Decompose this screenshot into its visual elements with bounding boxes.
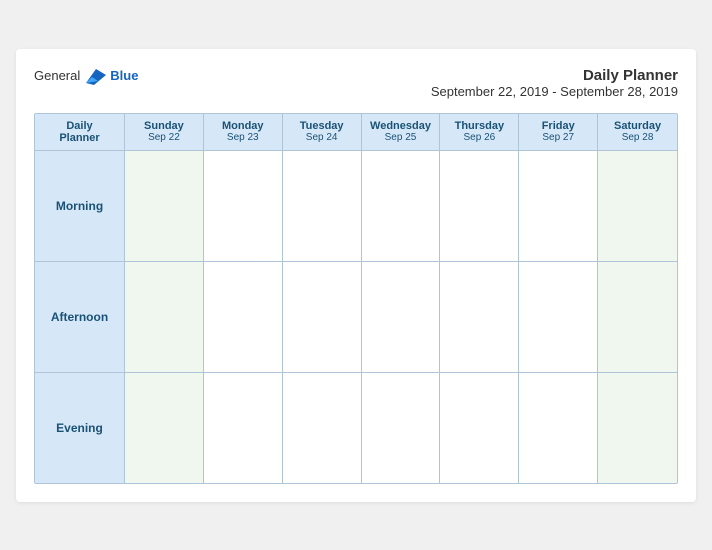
cell-morning-saturday[interactable] <box>598 151 677 261</box>
row-evening: Evening <box>35 373 677 483</box>
row-afternoon: Afternoon <box>35 262 677 373</box>
col-label-planner: Planner <box>39 132 120 144</box>
row-label-afternoon: Afternoon <box>35 262 125 372</box>
title-area: Daily Planner September 22, 2019 - Septe… <box>431 67 678 99</box>
header-cell-sunday: Sunday Sep 22 <box>125 114 204 151</box>
cell-evening-tuesday[interactable] <box>283 373 362 483</box>
cell-afternoon-monday[interactable] <box>204 262 283 372</box>
planner-container: General Blue Daily Planner September 22,… <box>16 49 696 502</box>
header-cell-tuesday: Tuesday Sep 24 <box>283 114 362 151</box>
morning-label: Morning <box>56 199 103 213</box>
cell-morning-monday[interactable] <box>204 151 283 261</box>
header-cell-daily-planner: Daily Planner <box>35 114 125 151</box>
logo-blue: Blue <box>110 68 138 83</box>
cell-afternoon-wednesday[interactable] <box>362 262 441 372</box>
evening-label: Evening <box>56 421 103 435</box>
cell-afternoon-friday[interactable] <box>519 262 598 372</box>
cell-evening-monday[interactable] <box>204 373 283 483</box>
cell-evening-thursday[interactable] <box>440 373 519 483</box>
cell-evening-sunday[interactable] <box>125 373 204 483</box>
cell-morning-friday[interactable] <box>519 151 598 261</box>
header-cell-wednesday: Wednesday Sep 25 <box>362 114 441 151</box>
afternoon-label: Afternoon <box>51 310 108 324</box>
cell-evening-wednesday[interactable] <box>362 373 441 483</box>
col-label-daily: Daily <box>39 120 120 132</box>
header-cell-friday: Friday Sep 27 <box>519 114 598 151</box>
cell-morning-thursday[interactable] <box>440 151 519 261</box>
cell-evening-saturday[interactable] <box>598 373 677 483</box>
cell-evening-friday[interactable] <box>519 373 598 483</box>
row-label-evening: Evening <box>35 373 125 483</box>
cell-afternoon-sunday[interactable] <box>125 262 204 372</box>
row-morning: Morning <box>35 151 677 262</box>
cell-morning-wednesday[interactable] <box>362 151 441 261</box>
cell-afternoon-saturday[interactable] <box>598 262 677 372</box>
cell-afternoon-thursday[interactable] <box>440 262 519 372</box>
header-cell-thursday: Thursday Sep 26 <box>440 114 519 151</box>
cell-morning-sunday[interactable] <box>125 151 204 261</box>
planner-title: Daily Planner <box>431 67 678 84</box>
row-label-morning: Morning <box>35 151 125 261</box>
planner-subtitle: September 22, 2019 - September 28, 2019 <box>431 84 678 99</box>
planner-grid: Daily Planner Sunday Sep 22 Monday Sep 2… <box>34 113 678 484</box>
logo-general: General <box>34 68 80 83</box>
cell-morning-tuesday[interactable] <box>283 151 362 261</box>
header-cell-saturday: Saturday Sep 28 <box>598 114 677 151</box>
logo-bird-icon <box>84 67 106 85</box>
header-cell-monday: Monday Sep 23 <box>204 114 283 151</box>
cell-afternoon-tuesday[interactable] <box>283 262 362 372</box>
grid-header-row: Daily Planner Sunday Sep 22 Monday Sep 2… <box>35 114 677 151</box>
logo-area: General Blue <box>34 67 138 85</box>
header: General Blue Daily Planner September 22,… <box>34 67 678 99</box>
